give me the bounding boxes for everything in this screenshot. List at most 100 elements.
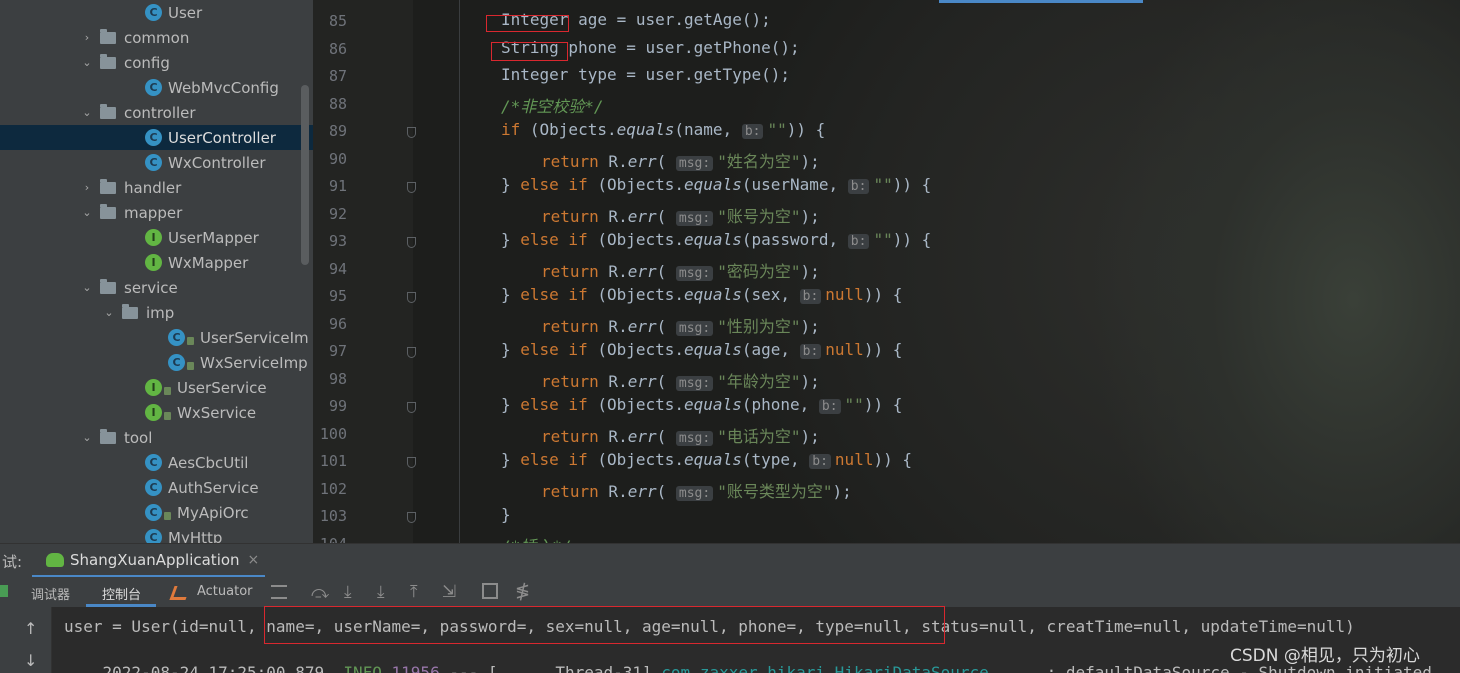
fold-marker-icon[interactable] <box>407 127 416 138</box>
tree-item-common[interactable]: › common <box>0 25 313 50</box>
trace-icon[interactable]: ≸ <box>515 581 530 602</box>
chevron-down-icon[interactable]: ⌄ <box>80 281 94 294</box>
tree-item-myapiorc[interactable]: C MyApiOrc <box>0 500 313 525</box>
code-comment: /*非空校验*/ <box>501 96 604 116</box>
keyword-token: return <box>541 316 599 336</box>
scroll-down-icon[interactable]: ↓ <box>24 651 37 670</box>
code-token: )) { <box>863 340 903 359</box>
fold-marker-icon[interactable] <box>407 457 416 468</box>
code-line: /*非空校验*/ <box>501 93 604 117</box>
tree-item-label: AesCbcUtil <box>168 453 249 472</box>
chevron-down-icon[interactable]: ⌄ <box>80 206 94 219</box>
code-token: ( <box>656 151 676 171</box>
chevron-down-icon[interactable]: ⌄ <box>102 306 116 319</box>
tree-item-mapper[interactable]: ⌄ mapper <box>0 200 313 225</box>
tree-item-userservice[interactable]: I UserService <box>0 375 313 400</box>
step-into-icon[interactable]: ⤓ <box>344 582 352 602</box>
rerun-icon[interactable] <box>0 585 8 597</box>
tree-item-imp[interactable]: ⌄ imp <box>0 300 313 325</box>
method-token: err <box>627 481 657 501</box>
code-token: (Objects. <box>587 450 685 469</box>
code-token: } <box>501 175 521 194</box>
fold-marker-icon[interactable] <box>407 512 416 523</box>
close-icon[interactable]: × <box>248 552 260 568</box>
run-to-cursor-icon[interactable]: ⇲ <box>442 582 456 602</box>
code-line: return R.err( msg: "账号类型为空"); <box>541 478 852 502</box>
spring-boot-icon <box>46 552 64 567</box>
tree-item-webmvcconfig[interactable]: C WebMvcConfig <box>0 75 313 100</box>
run-config-name: ShangXuanApplication <box>70 550 240 569</box>
tree-item-service[interactable]: ⌄ service <box>0 275 313 300</box>
method-token: equals <box>684 175 742 194</box>
tree-item-authservice[interactable]: C AuthService <box>0 475 313 500</box>
argument-token: "" <box>873 230 893 249</box>
argument-token: "账号为空" <box>717 206 801 226</box>
menu-icon[interactable] <box>271 585 287 599</box>
lock-icon <box>187 361 194 370</box>
fold-marker-icon[interactable] <box>407 182 416 193</box>
keyword-token: return <box>541 426 599 446</box>
tree-item-myhttp[interactable]: C MyHttp <box>0 525 313 543</box>
method-token: equals <box>684 395 742 414</box>
chevron-down-icon[interactable]: ⌄ <box>80 106 94 119</box>
evaluate-icon[interactable] <box>482 583 498 599</box>
tree-item-label: MyHttp <box>168 528 223 544</box>
line-number: 93 <box>328 232 347 250</box>
chevron-right-icon[interactable]: › <box>80 181 94 194</box>
tab-actuator[interactable]: Actuator <box>197 584 253 599</box>
folder-icon <box>100 28 116 44</box>
tree-item-config[interactable]: ⌄ config <box>0 50 313 75</box>
chevron-right-icon[interactable]: › <box>80 31 94 44</box>
fold-marker-icon[interactable] <box>407 402 416 413</box>
class-icon: C <box>145 129 162 146</box>
fold-marker-icon[interactable] <box>407 292 416 303</box>
fold-marker-icon[interactable] <box>407 347 416 358</box>
project-tree: C User › common ⌄ config C WebMvcConfig ⌄ control… <box>0 0 313 543</box>
code-token: age = user.getAge(); <box>568 10 771 29</box>
tree-item-usermapper[interactable]: I UserMapper <box>0 225 313 250</box>
tree-item-aescbcutil[interactable]: C AesCbcUtil <box>0 450 313 475</box>
method-token: err <box>627 151 657 171</box>
tree-item-controller[interactable]: ⌄ controller <box>0 100 313 125</box>
tab-console[interactable]: 控制台 <box>102 584 141 603</box>
tree-item-wxmapper[interactable]: I WxMapper <box>0 250 313 275</box>
line-number: 92 <box>328 204 347 223</box>
argument-token: "" <box>767 120 787 139</box>
step-out-icon[interactable]: ⤒ <box>410 582 418 602</box>
fold-marker-icon[interactable] <box>407 237 416 248</box>
tree-item-usercontroller[interactable]: C UserController <box>0 125 313 150</box>
code-token: R. <box>598 481 628 501</box>
tree-item-userserviceim[interactable]: C UserServiceIm <box>0 325 313 350</box>
code-token: (Objects. <box>587 340 685 359</box>
line-number: 102 <box>319 479 347 498</box>
tree-item-wxservice[interactable]: I WxService <box>0 400 313 425</box>
tree-item-handler[interactable]: › handler <box>0 175 313 200</box>
line-number: 86 <box>328 39 347 58</box>
chevron-down-icon[interactable]: ⌄ <box>80 56 94 69</box>
line-number: 90 <box>328 149 347 168</box>
argument-token: "密码为空" <box>717 261 801 281</box>
keyword-token: else if <box>520 230 588 249</box>
tree-item-wxserviceimp[interactable]: C WxServiceImp <box>0 350 313 375</box>
code-line: } else if (Objects.equals(phone, b: "")) … <box>501 395 902 414</box>
force-step-into-icon[interactable]: ⤓ <box>377 582 385 602</box>
tree-item-wxcontroller[interactable]: C WxController <box>0 150 313 175</box>
keyword-token: return <box>541 261 599 281</box>
tree-item-user[interactable]: C User <box>0 0 313 25</box>
tree-item-tool[interactable]: ⌄ tool <box>0 425 313 450</box>
step-over-icon[interactable]: ⤼ <box>311 583 329 603</box>
tab-debugger[interactable]: 调试器 <box>31 584 70 603</box>
highlight-box-integer <box>486 15 569 32</box>
console-output[interactable]: user = User(id=null, name=, userName=, p… <box>0 606 1460 673</box>
folder-icon <box>100 178 116 194</box>
code-editor[interactable]: 85 86 87 88 89 90 91 92 93 94 95 96 97 98 99 100 101 102 1… <box>313 0 1460 543</box>
code-line: } else if (Objects.equals(password, b: ""… <box>501 230 931 249</box>
code-token: )) { <box>892 230 932 249</box>
scroll-up-icon[interactable]: ↑ <box>24 619 37 638</box>
code-token: ( <box>656 206 676 226</box>
tree-scrollbar[interactable] <box>301 85 309 265</box>
log-logger[interactable]: com.zaxxer.hikari.HikariDataSource <box>661 663 989 673</box>
chevron-down-icon[interactable]: ⌄ <box>80 431 94 444</box>
lock-icon <box>164 386 171 395</box>
run-config-tab[interactable]: ShangXuanApplication × <box>32 544 265 578</box>
